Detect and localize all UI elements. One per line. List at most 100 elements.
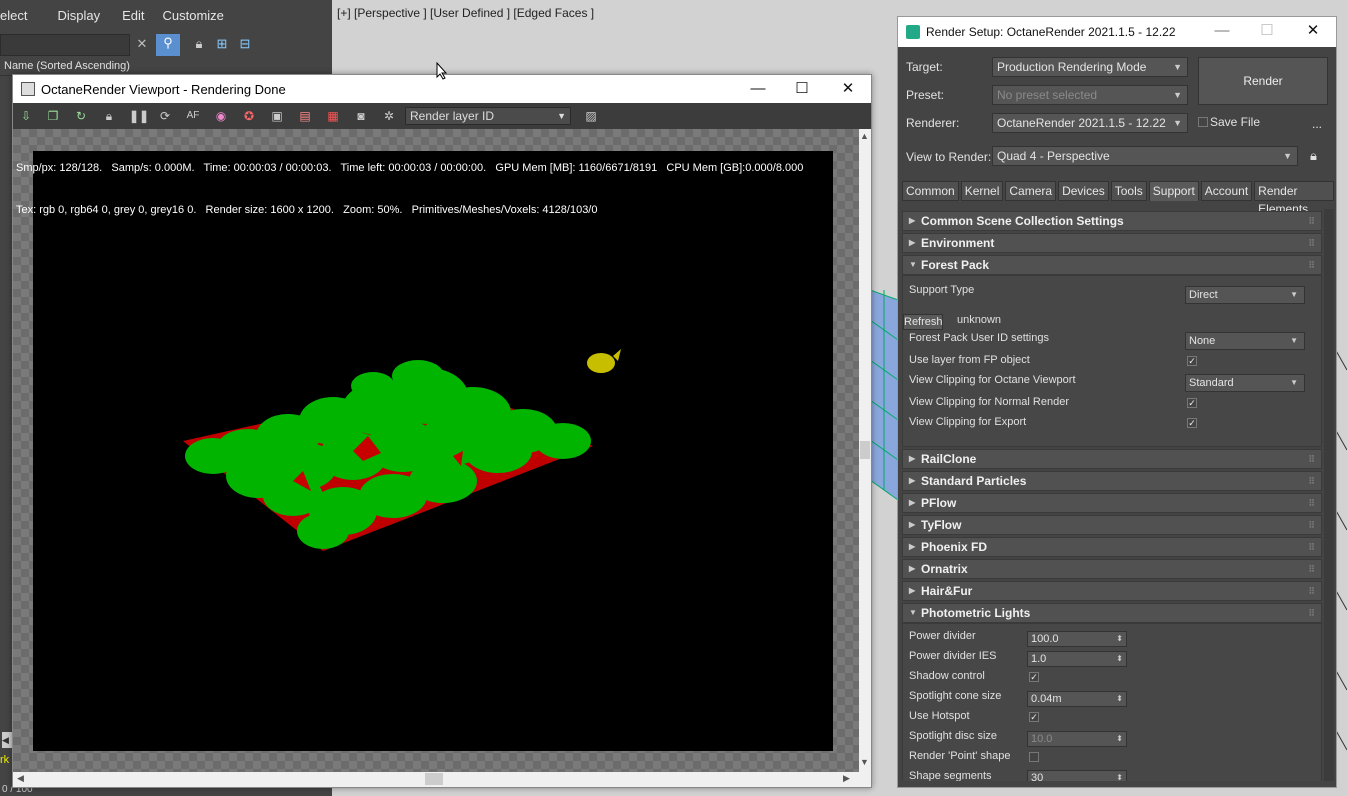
tab-camera[interactable]: Camera xyxy=(1005,181,1057,201)
clip-normal-checkbox[interactable]: ✓ xyxy=(1187,398,1197,408)
power-ies-spinner[interactable]: 1.0 ⬍ xyxy=(1027,651,1127,667)
wireframe-object xyxy=(870,289,899,501)
mouse-cursor-icon xyxy=(436,62,448,80)
rollout-ornatrix[interactable]: ▶ Ornatrix ⠿ xyxy=(902,559,1322,579)
rollout-photometric-lights[interactable]: ▼ Photometric Lights ⠿ xyxy=(902,603,1322,623)
cone-size-spinner[interactable]: 0.04m ⬍ xyxy=(1027,691,1127,707)
user-id-dropdown[interactable]: None ▼ xyxy=(1185,332,1305,350)
scroll-up-icon[interactable]: ▲ xyxy=(860,131,869,141)
rollout-pflow[interactable]: ▶ PFlow ⠿ xyxy=(902,493,1322,513)
color-picker-icon[interactable]: ◉ xyxy=(213,108,229,124)
expand-icon: ▶ xyxy=(909,542,916,551)
tab-account[interactable]: Account xyxy=(1200,181,1253,201)
menu-select[interactable]: elect xyxy=(0,8,39,28)
scroll-left-button[interactable]: ◀ xyxy=(2,732,12,748)
power-divider-spinner[interactable]: 100.0 ⬍ xyxy=(1027,631,1127,647)
tab-kernel[interactable]: Kernel xyxy=(960,181,1004,201)
point-shape-checkbox[interactable] xyxy=(1029,752,1039,762)
film-region-icon[interactable]: ▤ xyxy=(297,108,313,124)
chevron-down-icon: ▼ xyxy=(557,111,566,121)
shape-segments-label: Shape segments xyxy=(909,770,992,781)
pause-icon[interactable]: ❚❚ xyxy=(129,108,149,124)
rollout-common-scene[interactable]: ▶ Common Scene Collection Settings ⠿ xyxy=(902,211,1322,231)
horizontal-scrollbar[interactable]: ◀ ▶ xyxy=(13,772,859,786)
tab-tools[interactable]: Tools xyxy=(1110,181,1147,201)
octane-viewport-window: OctaneRender Viewport - Rendering Done —… xyxy=(12,74,872,788)
tab-support[interactable]: Support xyxy=(1148,181,1199,201)
refresh-icon[interactable]: ⟳ xyxy=(157,108,173,124)
save-file-checkbox[interactable] xyxy=(1198,117,1208,127)
rollout-forest-pack[interactable]: ▼ Forest Pack ⠿ xyxy=(902,255,1322,275)
tab-render-elements[interactable]: Render Elements xyxy=(1254,181,1334,216)
filter-icon[interactable]: ⚲ xyxy=(156,34,180,56)
use-hotspot-checkbox[interactable]: ✓ xyxy=(1029,712,1039,722)
copy-image-icon[interactable]: ❐ xyxy=(45,108,61,124)
renderer-dropdown[interactable]: OctaneRender 2021.1.5 - 12.22 ▼ xyxy=(992,113,1188,133)
use-layer-label: Use layer from FP object xyxy=(909,354,1030,366)
render-setup-title-bar[interactable]: Render Setup: OctaneRender 2021.1.5 - 12… xyxy=(898,17,1336,47)
scroll-right-icon[interactable]: ▶ xyxy=(843,773,850,784)
maximize-button[interactable]: ☐ xyxy=(1257,21,1277,41)
refresh-button[interactable]: Refresh xyxy=(903,314,943,330)
octane-toolbar: ⇩ ❐ ↻ 🔒︎ ❚❚ ⟳ AF ◉ ✪ ▣ ▤ ▦ ◙ ✲ Render la… xyxy=(13,103,871,129)
grip-icon: ⠿ xyxy=(1308,238,1315,248)
shadow-control-checkbox[interactable]: ✓ xyxy=(1029,672,1039,682)
lock-icon[interactable]: 🔒︎ xyxy=(190,35,208,53)
rollout-environment[interactable]: ▶ Environment ⠿ xyxy=(902,233,1322,253)
hscroll-thumb[interactable] xyxy=(425,773,443,785)
rollout-hair-fur[interactable]: ▶ Hair&Fur ⠿ xyxy=(902,581,1322,601)
close-button[interactable]: ✕ xyxy=(1303,21,1323,41)
hierarchy-icon[interactable]: ⊞ xyxy=(213,35,231,53)
scroll-down-icon[interactable]: ▼ xyxy=(860,757,869,767)
disc-size-spinner[interactable]: 10.0 ⬍ xyxy=(1027,731,1127,747)
layer-hierarchy-icon[interactable]: ⊟ xyxy=(236,35,254,53)
lock-icon[interactable]: 🔒︎ xyxy=(1310,148,1317,164)
tab-common[interactable]: Common xyxy=(902,181,959,201)
cone-size-label: Spotlight cone size xyxy=(909,690,1002,702)
menu-display[interactable]: Display xyxy=(39,8,112,28)
renderer-label: Renderer: xyxy=(906,116,960,130)
minimize-button[interactable]: — xyxy=(748,79,768,99)
material-picker-icon[interactable]: ✪ xyxy=(241,108,257,124)
menu-edit[interactable]: Edit xyxy=(112,8,156,28)
maximize-button[interactable]: ☐ xyxy=(792,79,812,99)
target-dropdown[interactable]: Production Rendering Mode ▼ xyxy=(992,57,1188,77)
support-type-dropdown[interactable]: Direct ▼ xyxy=(1185,286,1305,304)
tab-devices[interactable]: Devices xyxy=(1058,181,1109,201)
render-layer-select[interactable]: Render layer ID ▼ xyxy=(405,107,571,125)
camera-icon[interactable]: ◙ xyxy=(353,108,369,124)
render-statistics: Smp/px: 128/128. Samp/s: 0.000M. Time: 0… xyxy=(16,133,803,245)
render-button[interactable]: Render xyxy=(1198,57,1328,105)
save-file-label: Save File xyxy=(1210,115,1261,129)
spinner-icon: ⬍ xyxy=(1116,654,1123,663)
menu-customize[interactable]: Customize xyxy=(157,8,236,28)
scroll-left-icon[interactable]: ◀ xyxy=(17,773,24,784)
more-button[interactable]: ... xyxy=(1312,117,1322,131)
settings-icon[interactable]: ✲ xyxy=(381,108,397,124)
preset-dropdown[interactable]: No preset selected ▼ xyxy=(992,85,1188,105)
rollout-phoenix-fd[interactable]: ▶ Phoenix FD ⠿ xyxy=(902,537,1322,557)
use-layer-checkbox[interactable]: ✓ xyxy=(1187,356,1197,366)
restart-icon[interactable]: ↻ xyxy=(73,108,89,124)
render-passes-icon[interactable]: ▦ xyxy=(325,108,341,124)
viewport-label[interactable]: [+] [Perspective ] [User Defined ] [Edge… xyxy=(337,6,594,20)
render-setup-scrollbar[interactable] xyxy=(1324,209,1334,781)
save-image-icon[interactable]: ⇩ xyxy=(18,108,34,124)
vertical-scrollbar[interactable]: ▲ ▼ xyxy=(859,129,871,772)
rollout-railclone[interactable]: ▶ RailClone ⠿ xyxy=(902,449,1322,469)
minimize-button[interactable]: — xyxy=(1212,21,1232,41)
shape-segments-spinner[interactable]: 30 ⬍ xyxy=(1027,770,1127,781)
image-icon[interactable]: ▨ xyxy=(583,108,599,124)
scroll-thumb[interactable] xyxy=(860,441,870,459)
rollout-tyflow[interactable]: ▶ TyFlow ⠿ xyxy=(902,515,1322,535)
region-render-icon[interactable]: ▣ xyxy=(269,108,285,124)
clip-export-checkbox[interactable]: ✓ xyxy=(1187,418,1197,428)
lock-icon[interactable]: 🔒︎ xyxy=(101,108,117,124)
clear-icon[interactable]: ✕ xyxy=(133,35,151,53)
view-dropdown[interactable]: Quad 4 - Perspective ▼ xyxy=(992,146,1298,166)
clip-octane-dropdown[interactable]: Standard ▼ xyxy=(1185,374,1305,392)
close-button[interactable]: ✕ xyxy=(838,79,858,99)
rollout-standard-particles[interactable]: ▶ Standard Particles ⠿ xyxy=(902,471,1322,491)
autofocus-icon[interactable]: AF xyxy=(185,108,201,124)
spinner-icon: ⬍ xyxy=(1116,634,1123,643)
